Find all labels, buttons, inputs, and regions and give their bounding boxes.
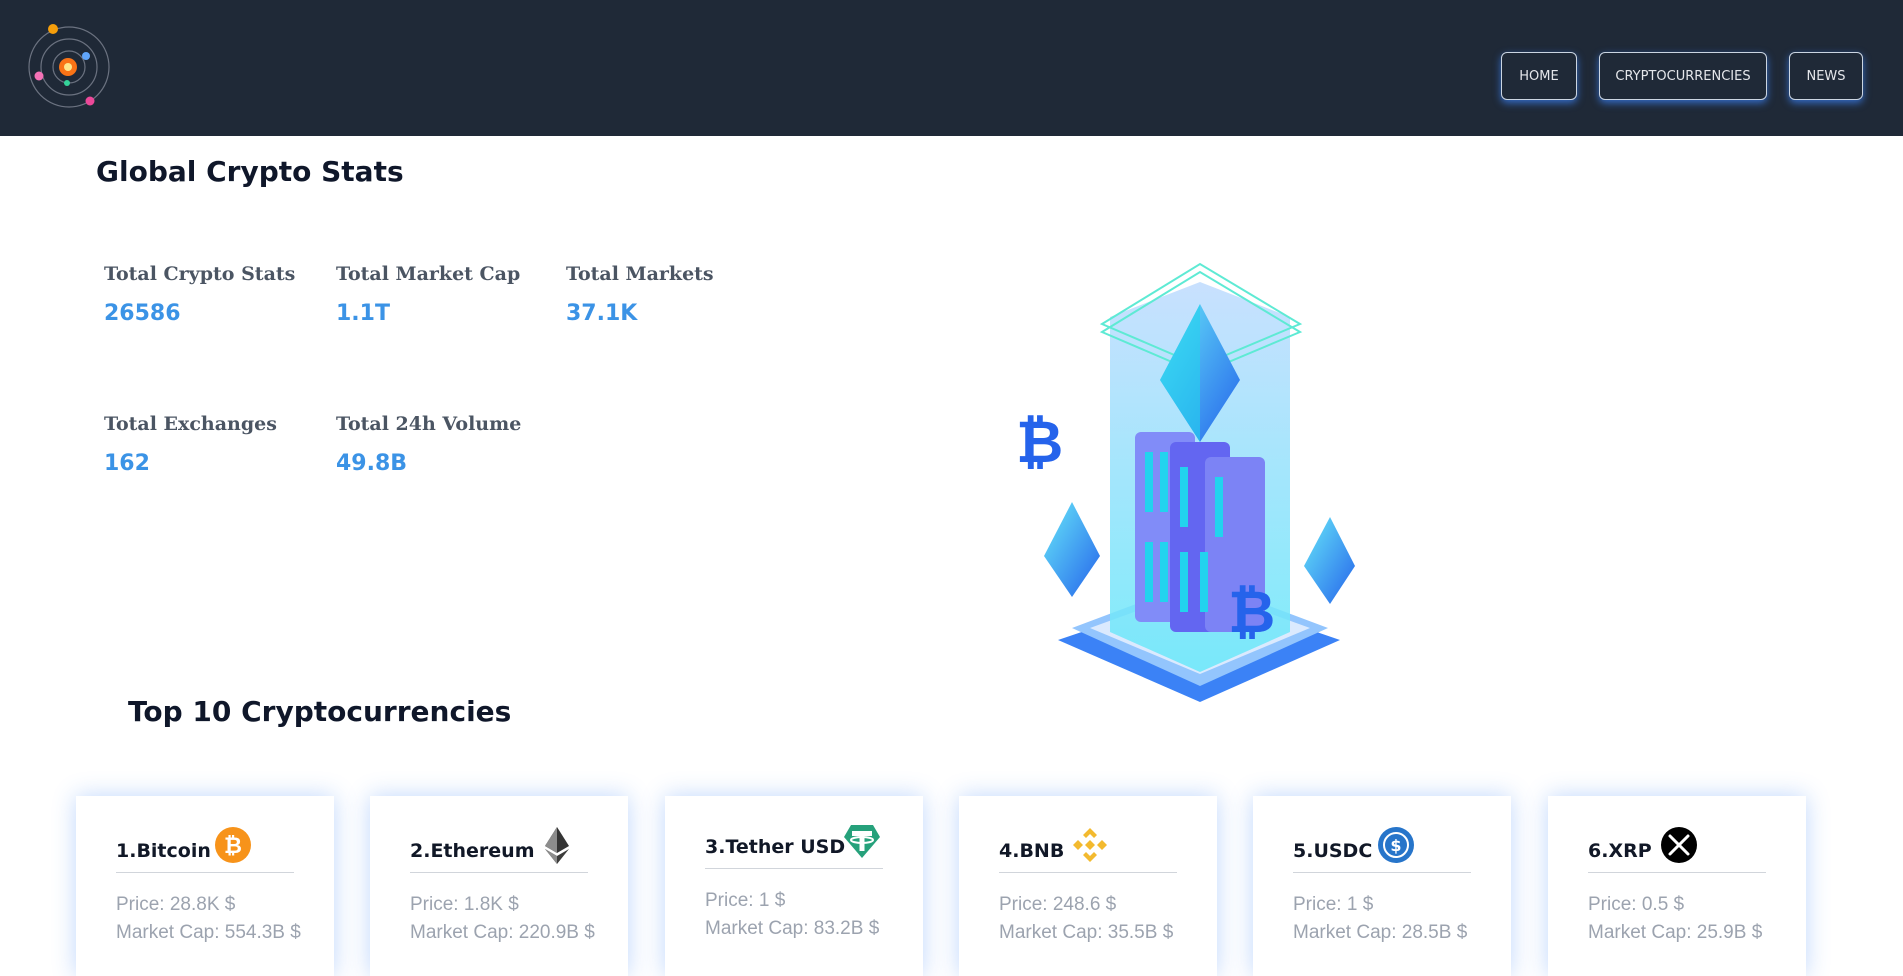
top-cryptocurrencies-title: Top 10 Cryptocurrencies <box>128 695 512 728</box>
card-header: 6.XRP <box>1588 826 1766 873</box>
coin-market-cap: Market Cap: 83.2B $ <box>705 918 880 939</box>
nav-news-button[interactable]: NEWS <box>1789 52 1863 100</box>
stat-value: 26586 <box>104 301 181 326</box>
crypto-card[interactable]: 1.Bitcoin ₿ Price: 28.8K $ Market Cap: 5… <box>76 796 334 976</box>
crypto-card[interactable]: 2.Ethereum Price: 1.8K $ Market Cap: 220… <box>370 796 628 976</box>
stat-total-markets: Total Markets 37.1K <box>566 263 714 326</box>
card-header: 1.Bitcoin ₿ <box>116 826 294 873</box>
bnb-icon <box>1073 828 1107 862</box>
svg-text:₿: ₿ <box>224 834 242 859</box>
ethereum-icon <box>545 827 569 864</box>
coin-price: Price: 28.8K $ <box>116 894 236 915</box>
stat-label: Total Exchanges <box>104 413 277 435</box>
coin-price: Price: 1 $ <box>1293 894 1374 915</box>
svg-text:$: $ <box>1390 836 1401 855</box>
card-header: 5.USDC $ <box>1293 826 1471 873</box>
stat-value: 49.8B <box>336 451 408 476</box>
stat-value: 1.1T <box>336 301 390 326</box>
coin-market-cap: Market Cap: 28.5B $ <box>1293 922 1468 943</box>
bitcoin-icon: ₿ <box>215 827 251 863</box>
coin-market-cap: Market Cap: 554.3B $ <box>116 922 301 943</box>
stat-label: Total 24h Volume <box>336 413 522 435</box>
stat-total-exchanges: Total Exchanges 162 <box>104 413 277 476</box>
stat-total-24h-volume: Total 24h Volume 49.8B <box>336 413 521 476</box>
stat-total-crypto: Total Crypto Stats 26586 <box>104 263 295 326</box>
coin-name: 2.Ethereum <box>410 840 535 862</box>
top-navbar: HOME CRYPTOCURRENCIES NEWS <box>0 0 1903 136</box>
coin-name: 6.XRP <box>1588 840 1652 862</box>
svg-text:₿: ₿ <box>1016 408 1063 476</box>
card-header: 2.Ethereum <box>410 826 588 873</box>
coin-price: Price: 0.5 $ <box>1588 894 1685 915</box>
stat-label: Total Markets <box>566 263 714 285</box>
coin-market-cap: Market Cap: 25.9B $ <box>1588 922 1763 943</box>
crypto-card[interactable]: 6.XRP Price: 0.5 $ Market Cap: 25.9B $ <box>1548 796 1806 976</box>
xrp-icon <box>1661 827 1697 863</box>
coin-name: 1.Bitcoin <box>116 840 211 862</box>
stat-total-market-cap: Total Market Cap 1.1T <box>336 263 520 326</box>
card-header: 3.Tether USD <box>705 822 883 869</box>
coin-market-cap: Market Cap: 220.9B $ <box>410 922 595 943</box>
svg-text:₿: ₿ <box>1228 578 1275 646</box>
coin-name: 3.Tether USD <box>705 836 846 858</box>
usdc-icon: $ <box>1378 827 1414 863</box>
coin-name: 5.USDC <box>1293 840 1373 862</box>
main-nav: HOME CRYPTOCURRENCIES NEWS <box>1501 52 1863 100</box>
coin-price: Price: 1.8K $ <box>410 894 519 915</box>
coin-market-cap: Market Cap: 35.5B $ <box>999 922 1174 943</box>
crypto-server-illustration: ₿ ₿ <box>1016 262 1355 702</box>
card-header: 4.BNB <box>999 826 1177 873</box>
coin-name: 4.BNB <box>999 840 1065 862</box>
stat-value: 162 <box>104 451 150 476</box>
coin-price: Price: 1 $ <box>705 890 786 911</box>
global-stats-title: Global Crypto Stats <box>96 155 404 188</box>
crypto-card[interactable]: 4.BNB Price: 248.6 $ Market Cap: 35.5B $ <box>959 796 1217 976</box>
stat-label: Total Market Cap <box>336 263 521 285</box>
stat-label: Total Crypto Stats <box>104 263 296 285</box>
stat-value: 37.1K <box>566 301 638 326</box>
nav-home-button[interactable]: HOME <box>1501 52 1577 100</box>
crypto-card[interactable]: 3.Tether USD Price: 1 $ Market Cap: 83.2… <box>665 796 923 976</box>
crypto-card[interactable]: 5.USDC $ Price: 1 $ Market Cap: 28.5B $ <box>1253 796 1511 976</box>
nav-cryptocurrencies-button[interactable]: CRYPTOCURRENCIES <box>1599 52 1767 100</box>
crypto-orbit-logo-icon[interactable] <box>26 20 112 112</box>
tether-icon <box>844 825 880 858</box>
coin-price: Price: 248.6 $ <box>999 894 1117 915</box>
